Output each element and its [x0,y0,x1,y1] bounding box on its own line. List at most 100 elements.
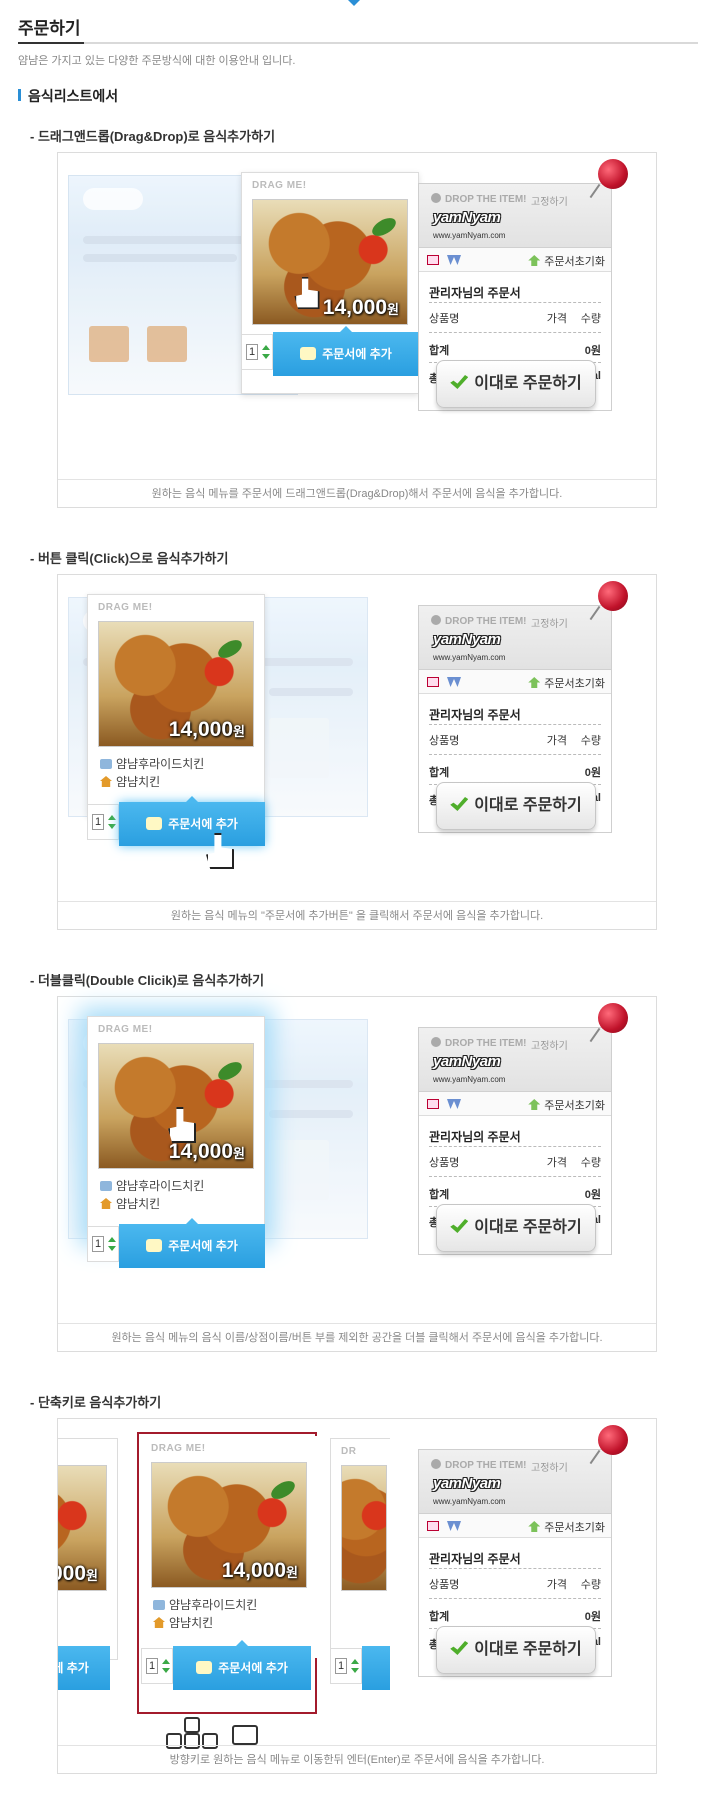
site-url: www.yamNyam.com [433,653,506,662]
quantity-stepper-next[interactable]: 1 [330,1648,362,1684]
chart-icon[interactable] [427,677,439,687]
divider [429,1176,601,1177]
food-name[interactable]: 얌냠후라이드치킨 [100,1177,204,1194]
arrow-up-icon[interactable] [351,1659,359,1664]
garnish-decoration [369,214,399,240]
enter-key-icon [232,1725,258,1745]
wave-icon[interactable] [447,255,461,265]
download-icon [431,615,441,625]
pin-toggle[interactable]: 고정하기 [531,193,568,208]
divider [429,1146,601,1147]
section-4-heading: - 단축키로 음식추가하기 [30,1395,162,1410]
pin-toggle[interactable]: 고정하기 [531,1037,568,1052]
quantity-stepper[interactable]: 1 [241,334,273,370]
add-to-order-button[interactable]: 주문서에 추가 [273,326,419,376]
total-value: 0원 [584,1189,601,1201]
panel-double-click: DRAG ME! 14,000원 얌냠후라이드치킨 얌냠치킨 1 주문서에 추가… [57,996,657,1352]
reset-order-button[interactable]: 주문서초기화 [528,675,605,691]
order-columns: 상품명 가격 수량 [429,310,601,326]
add-to-order-button[interactable]: 주문서에 추가 [119,796,265,846]
arrow-down-icon[interactable] [108,1246,116,1251]
price-label: 14,000원 [169,718,245,742]
column-price: 가격 [546,735,567,747]
quantity-input[interactable]: 1 [92,814,104,830]
arrow-down-icon[interactable] [351,1668,359,1673]
total-value: 0원 [584,767,601,779]
order-total: 합계 0원 [429,1608,601,1624]
quantity-stepper[interactable]: 1 [87,804,119,840]
add-to-order-button[interactable]: 주문서에 추가 [173,1640,311,1690]
reset-order-button[interactable]: 주문서초기화 [528,1097,605,1113]
pushpin-icon [598,581,628,611]
arrow-down-icon[interactable] [162,1668,170,1673]
place-order-button[interactable]: 이대로 주문하기 [436,1204,596,1252]
panel-shortcut: 14,000원 주문서에 추가 DRAG ME! 14,000원 얌냠후라이드치… [57,1418,657,1774]
arrow-down-icon[interactable] [262,354,270,359]
order-owner: 관리자님의 주문서 [429,708,521,722]
arrow-up-icon[interactable] [108,1237,116,1242]
store-name[interactable]: 얌냠치킨 [153,1614,213,1631]
order-owner: 관리자님의 주문서 [429,286,521,300]
add-to-order-button-previous[interactable]: 주문서에 추가 [58,1646,110,1690]
house-icon [100,1198,112,1209]
place-order-button[interactable]: 이대로 주문하기 [436,782,596,830]
arrow-up-icon[interactable] [162,1659,170,1664]
wave-icon[interactable] [447,1099,461,1109]
quantity-input[interactable]: 1 [335,1658,347,1674]
store-name[interactable]: 얌냠치킨 [100,773,160,790]
column-quantity: 수량 [580,1157,601,1169]
quantity-input[interactable]: 1 [92,1236,104,1252]
currency: 원 [233,724,245,739]
arrow-up-icon[interactable] [108,815,116,820]
place-order-button[interactable]: 이대로 주문하기 [436,1626,596,1674]
chart-icon[interactable] [427,1521,439,1531]
add-button-label: 주문서에 추가 [322,347,392,361]
add-button-label: 주문서에 추가 [168,817,238,831]
pin-toggle[interactable]: 고정하기 [531,1459,568,1474]
quantity-input[interactable]: 1 [246,344,258,360]
chart-icon[interactable] [427,1099,439,1109]
store-name[interactable]: 얌냠치킨 [100,1195,160,1212]
food-card-next[interactable]: DR [330,1438,390,1660]
panel-button-click: DRAG ME! 14,000원 얌냠후라이드치킨 얌냠치킨 1 주문서에 추가… [57,574,657,930]
quantity-input[interactable]: 1 [146,1658,158,1674]
food-image: 14,000원 [98,621,254,747]
reset-order-button[interactable]: 주문서초기화 [528,1519,605,1535]
cloud-decoration [83,188,143,210]
reset-icon [528,677,541,688]
price-value: 14,000 [168,1140,234,1163]
food-image: 14,000원 [151,1462,307,1588]
site-url: www.yamNyam.com [433,1497,506,1506]
total-label: 합계 [429,767,450,779]
tag-icon [100,1181,112,1191]
chart-icon[interactable] [427,255,439,265]
add-to-order-button[interactable]: 주문서에 추가 [119,1218,265,1268]
quantity-stepper[interactable]: 1 [87,1226,119,1262]
quantity-stepper[interactable]: 1 [141,1648,173,1684]
wave-icon[interactable] [447,677,461,687]
tag-icon [100,759,112,769]
order-owner: 관리자님의 주문서 [429,1552,521,1566]
arrow-down-icon[interactable] [108,824,116,829]
food-card-previous[interactable]: 14,000원 [58,1438,118,1660]
place-order-button[interactable]: 이대로 주문하기 [436,360,596,408]
food-card[interactable]: DRAG ME! 14,000원 얌냠후라이드치킨 얌냠치킨 [87,594,265,816]
pin-toggle[interactable]: 고정하기 [531,615,568,630]
panel-caption: 원하는 음식 메뉴를 주문서에 드래그앤드롭(Drag&Drop)해서 주문서에… [58,479,656,507]
order-toolbar: 주문서초기화 [419,1092,611,1116]
column-quantity: 수량 [580,313,601,325]
wave-icon[interactable] [447,1521,461,1531]
arrow-up-icon[interactable] [262,345,270,350]
currency: 원 [86,1568,98,1583]
currency: 원 [286,1565,298,1580]
food-name[interactable]: 얌냠후라이드치킨 [153,1596,257,1613]
add-to-order-button-next[interactable] [362,1646,390,1690]
price-label: 14,000원 [222,1559,298,1583]
order-header: DROP THE ITEM! 고정하기 yamNyam www.yamNyam.… [419,184,611,248]
food-card[interactable]: DRAG ME! 14,000원 얌냠후라이드치킨 얌냠치킨 [141,1436,319,1658]
reset-label: 주문서초기화 [544,256,605,268]
download-icon [431,193,441,203]
store-name-text: 얌냠치킨 [169,1616,214,1630]
food-name[interactable]: 얌냠후라이드치킨 [100,755,204,772]
reset-order-button[interactable]: 주문서초기화 [528,253,605,269]
